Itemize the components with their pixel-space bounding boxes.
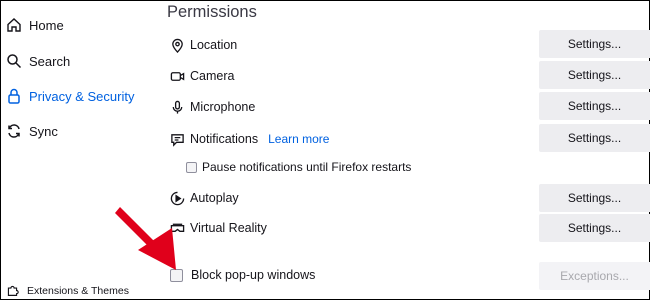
sidebar-item-label: Home	[29, 17, 64, 33]
camera-settings-button[interactable]: Settings...	[539, 61, 650, 89]
permission-location: Location	[170, 35, 237, 55]
search-icon	[7, 54, 22, 69]
block-popups-option[interactable]: Block pop-up windows	[170, 268, 315, 282]
permission-label: Camera	[190, 69, 235, 83]
sidebar-item-sync[interactable]: Sync	[6, 123, 58, 139]
virtual-reality-settings-button[interactable]: Settings...	[539, 214, 650, 242]
learn-more-link[interactable]: Learn more	[268, 132, 329, 146]
microphone-settings-button[interactable]: Settings...	[539, 92, 650, 120]
permission-label: Microphone	[190, 100, 256, 114]
sync-icon	[8, 124, 20, 138]
sidebar-item-label: Privacy & Security	[29, 88, 135, 104]
sidebar-item-extensions-themes[interactable]: Extensions & Themes	[6, 284, 129, 297]
page-title: Permissions	[167, 3, 257, 21]
puzzle-icon	[7, 285, 19, 296]
sidebar-item-privacy-security[interactable]: Privacy & Security	[6, 88, 134, 104]
microphone-icon	[172, 100, 183, 114]
sidebar-item-search[interactable]: Search	[6, 53, 70, 69]
sidebar-item-label: Search	[29, 53, 71, 69]
sidebar-item-home[interactable]: Home	[6, 17, 64, 33]
permission-notifications: Notifications Learn more	[170, 129, 329, 149]
pause-notifications-label: Pause notifications until Firefox restar…	[202, 160, 412, 174]
permission-camera: Camera	[170, 66, 234, 86]
permission-label: Virtual Reality	[190, 221, 267, 235]
home-icon	[7, 18, 21, 32]
permission-label: Notifications	[190, 132, 259, 146]
permission-microphone: Microphone	[170, 97, 255, 117]
autoplay-settings-button[interactable]: Settings...	[539, 184, 650, 212]
pause-notifications-option[interactable]: Pause notifications until Firefox restar…	[186, 160, 411, 174]
popup-exceptions-button[interactable]: Exceptions...	[539, 262, 650, 290]
lock-icon	[8, 88, 20, 104]
sidebar-item-label: Extensions & Themes	[27, 284, 129, 297]
camera-icon	[170, 71, 185, 81]
block-popups-label: Block pop-up windows	[191, 268, 316, 282]
notifications-settings-button[interactable]: Settings...	[539, 124, 650, 152]
permission-label: Location	[190, 38, 238, 52]
sidebar-item-label: Sync	[29, 123, 58, 139]
annotation-arrow	[115, 207, 176, 270]
location-settings-button[interactable]: Settings...	[539, 30, 650, 58]
pause-notifications-checkbox[interactable]	[186, 161, 197, 173]
notification-bubble-icon	[171, 133, 184, 147]
permission-label: Autoplay	[190, 191, 239, 205]
location-pin-icon	[172, 38, 183, 53]
